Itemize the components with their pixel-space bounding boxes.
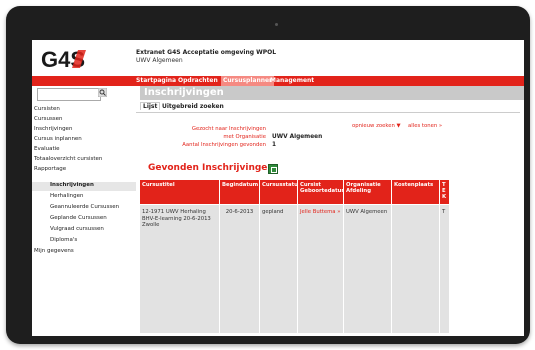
sidebar-item-cursisten[interactable]: Cursisten — [34, 106, 60, 112]
excel-export-icon[interactable] — [268, 164, 278, 174]
sidebar-item-totaaloverzicht[interactable]: Totaaloverzicht cursisten — [34, 156, 102, 162]
sidebar-item-cursus-inplannen[interactable]: Cursus inplannen — [34, 136, 82, 142]
main-content: Inschrijvingen Lijst Uitgebreid zoeken G… — [136, 86, 524, 336]
column-header-cursustitel[interactable]: Cursustitel — [140, 180, 220, 204]
camera-dot — [275, 23, 278, 26]
sidebar-item-evaluatie[interactable]: Evaluatie — [34, 146, 60, 152]
cell-extra: T — [440, 205, 450, 333]
column-header-cursusstatus[interactable]: Cursusstatus — [260, 180, 301, 204]
column-header-begindatum[interactable]: Begindatum — [220, 180, 260, 204]
tab-bar: Lijst Uitgebreid zoeken — [136, 102, 520, 113]
cell-kostenplaats — [392, 205, 440, 333]
criteria-label-count: Aantal Inschrijvingen gevonden — [182, 142, 266, 148]
column-header-extra[interactable]: T E K — [440, 180, 450, 204]
app-header: G4S Extranet G4S Acceptatie omgeving WPO… — [32, 40, 524, 76]
search-icon[interactable] — [98, 88, 107, 97]
sidebar-subitem-herhalingen[interactable]: Herhalingen — [50, 193, 83, 199]
results-table: Cursustitel Begindatum Cursusstatus Curs… — [140, 180, 524, 336]
show-all-link[interactable]: alles tonen » — [408, 123, 442, 129]
search-again-link[interactable]: opnieuw zoeken ▼ — [352, 123, 401, 129]
g4s-logo: G4S — [41, 47, 86, 72]
browser-screen: G4S Extranet G4S Acceptatie omgeving WPO… — [32, 40, 524, 336]
app-title: Extranet G4S Acceptatie omgeving WPOL — [136, 49, 277, 56]
tab-lijst[interactable]: Lijst — [140, 102, 161, 110]
cell-begindatum: 20-6-2013 — [220, 205, 260, 333]
sidebar-subitem-geplande[interactable]: Geplande Cursussen — [50, 215, 107, 221]
sidebar-subitem-geannuleerde[interactable]: Geannuleerde Cursussen — [50, 204, 119, 210]
sidebar-subitem-vulgraad[interactable]: Vulgraad cursussen — [50, 226, 104, 232]
nav-management[interactable]: Management — [270, 77, 314, 84]
page-title: Inschrijvingen — [144, 87, 224, 98]
tab-uitgebreid-zoeken[interactable]: Uitgebreid zoeken — [162, 103, 224, 110]
top-nav: Startpagina Opdrachten Cursusplanner Man… — [32, 76, 524, 86]
column-header-cursist[interactable]: Cursist Geboortedatum — [298, 180, 347, 204]
column-header-kostenplaats[interactable]: Kostenplaats — [392, 180, 440, 204]
sidebar: Cursisten Cursussen Inschrijvingen Cursu… — [32, 86, 136, 336]
page-title-bar: Inschrijvingen — [140, 86, 524, 100]
sidebar-item-cursussen[interactable]: Cursussen — [34, 116, 63, 122]
nav-startpagina[interactable]: Startpagina — [136, 77, 176, 84]
criteria-label-search: Gezocht naar Inschrijvingen — [191, 126, 266, 132]
search-input[interactable] — [37, 88, 101, 101]
criteria-value-org: UWV Algemeen — [272, 134, 323, 140]
column-header-organisatie[interactable]: Organisatie Afdeling — [344, 180, 392, 204]
sidebar-item-mijn-gegevens[interactable]: Mijn gegevens — [34, 248, 74, 254]
criteria-label-org: met Organisatie — [223, 134, 266, 140]
sidebar-subitem-inschrijvingen[interactable]: Inschrijvingen — [50, 182, 94, 188]
sidebar-item-rapportage[interactable]: Rapportage — [34, 166, 66, 172]
nav-cursusplanner[interactable]: Cursusplanner — [221, 76, 275, 86]
app-subtitle: UWV Algemeen — [136, 57, 183, 64]
nav-opdrachten[interactable]: Opdrachten — [178, 77, 218, 84]
cell-cursusstatus: gepland — [260, 205, 298, 333]
cell-cursist-link[interactable]: Jelle Buttema » — [298, 205, 344, 333]
sidebar-item-inschrijvingen[interactable]: Inschrijvingen — [34, 126, 72, 132]
tablet-frame: G4S Extranet G4S Acceptatie omgeving WPO… — [6, 6, 530, 344]
cell-cursustitel: 12-1971 UWV Herhaling BHV-E-learning 20-… — [140, 205, 220, 333]
cell-organisatie: UWV Algemeen — [344, 205, 392, 333]
sidebar-subitem-diplomas[interactable]: Diploma's — [50, 237, 77, 243]
results-title: Gevonden Inschrijvingen — [148, 163, 274, 173]
criteria-value-count: 1 — [272, 142, 277, 148]
